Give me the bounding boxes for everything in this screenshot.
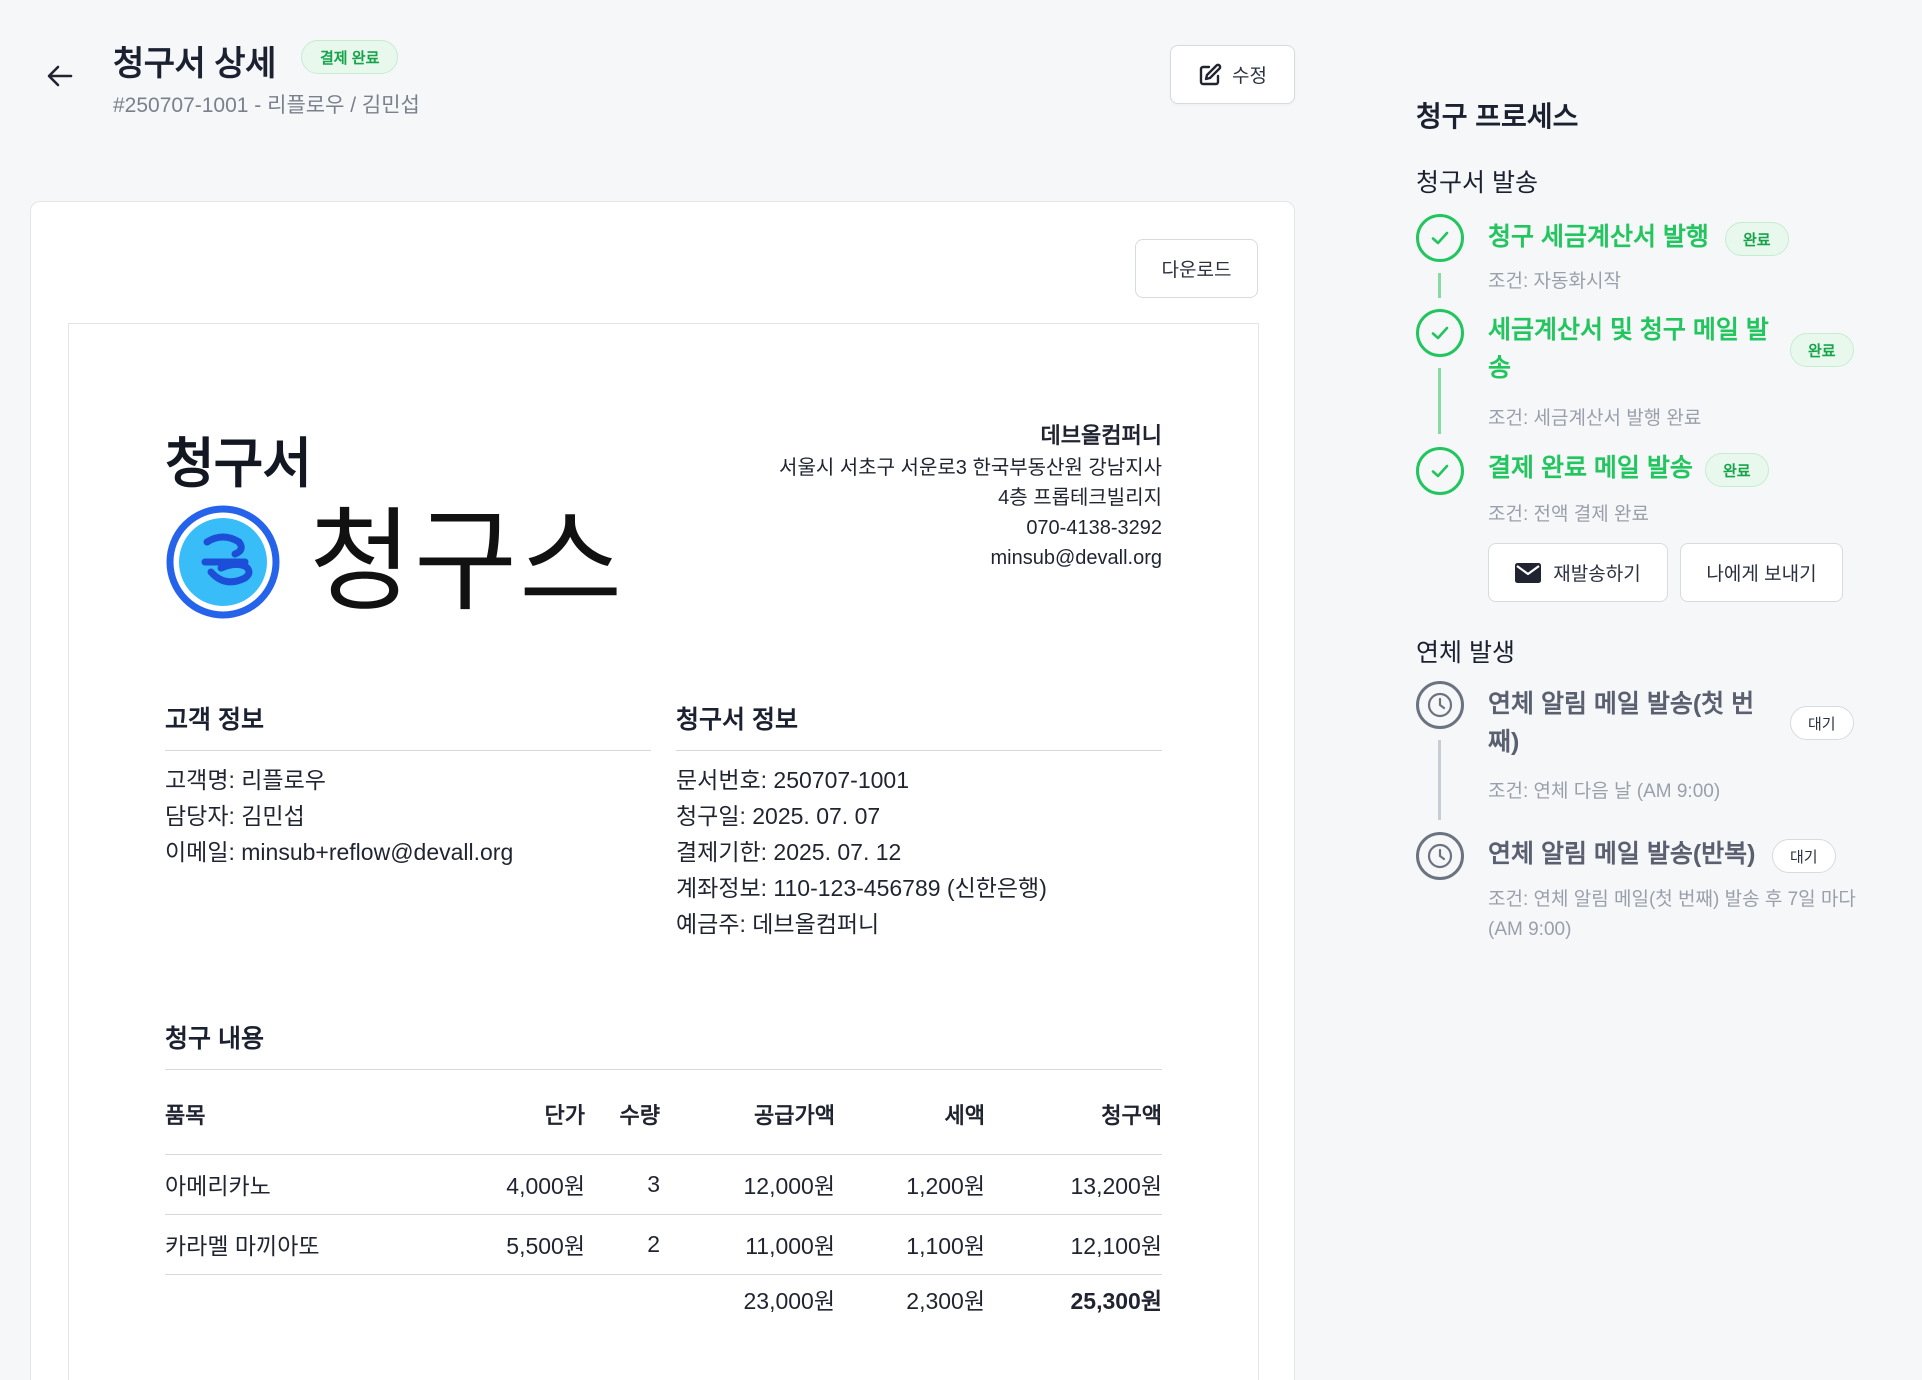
total-supply: 23,000원 — [743, 1288, 835, 1315]
step-connector — [1438, 740, 1441, 820]
logo-text: 청구스 — [309, 499, 625, 624]
phase-invoice-send: 청구서 발송 — [1416, 169, 1538, 197]
check-circle-icon — [1416, 447, 1464, 495]
doc-number: 문서번호: 250707-1001 — [676, 767, 909, 793]
tax-amount: 1,200원 — [835, 1154, 985, 1215]
download-button[interactable]: 다운로드 — [1135, 239, 1258, 298]
customer-info: 고객명: 리플로우 담당자: 김민섭 이메일: minsub+reflow@de… — [165, 762, 513, 870]
total-tax: 2,300원 — [906, 1288, 985, 1315]
total-amount: 25,300원 — [1070, 1288, 1162, 1315]
page-title: 청구서 상세 — [113, 45, 276, 83]
customer-email: 이메일: minsub+reflow@devall.org — [165, 839, 514, 865]
status-badge: 결제 완료 — [301, 40, 399, 74]
step-condition: 조건: 세금계산서 발행 완료 — [1488, 408, 1702, 429]
edit-button[interactable]: 수정 — [1170, 45, 1295, 104]
due-date: 결제기한: 2025. 07. 12 — [676, 839, 902, 865]
phase-overdue: 연체 발생 — [1416, 639, 1515, 667]
supply-amount: 11,000원 — [660, 1214, 835, 1275]
step-name: 청구 세금계산서 발행 — [1488, 223, 1709, 251]
company-email: minsub@devall.org — [990, 547, 1163, 569]
quantity: 2 — [585, 1214, 660, 1275]
resend-button[interactable]: 재발송하기 — [1488, 543, 1668, 602]
billed-amount: 13,200원 — [985, 1154, 1162, 1215]
customer-name: 고객명: 리플로우 — [165, 767, 326, 793]
step-condition: 조건: 자동화시작 — [1488, 271, 1621, 292]
step-condition: 조건: 전액 결제 완료 — [1488, 504, 1649, 525]
item-name: 카라멜 마끼아또 — [165, 1214, 485, 1275]
step-status-badge: 완료 — [1790, 333, 1854, 367]
invoice-card: 다운로드 청구서 청구스 데브올컴퍼니 서울시 서초구 서운로3 한국부동산원 … — [30, 201, 1295, 1380]
clock-icon — [1416, 832, 1464, 880]
supply-amount: 12,000원 — [660, 1154, 835, 1215]
table-row: 카라멜 마끼아또 5,500원 2 11,000원 1,100원 12,100원 — [165, 1214, 1162, 1275]
step-status-badge: 완료 — [1725, 222, 1789, 256]
items-table: 품목 단가 수량 공급가액 세액 청구액 아메리카노 4,000원 3 12,0… — [165, 1074, 1162, 1324]
table-header-row: 품목 단가 수량 공급가액 세액 청구액 — [165, 1074, 1162, 1155]
invoice-info: 문서번호: 250707-1001 청구일: 2025. 07. 07 결제기한… — [676, 762, 1047, 942]
step-status-badge: 대기 — [1790, 706, 1854, 740]
check-circle-icon — [1416, 309, 1464, 357]
step-status-badge: 대기 — [1772, 839, 1836, 873]
account-info: 계좌정보: 110-123-456789 (신한은행) — [676, 875, 1047, 901]
column-header: 단가 — [485, 1074, 585, 1155]
invoice-title: 청구서 — [165, 434, 312, 494]
items-heading: 청구 내용 — [165, 1019, 1162, 1070]
unit-price: 4,000원 — [485, 1154, 585, 1215]
back-button[interactable] — [40, 56, 80, 96]
column-header: 수량 — [585, 1074, 660, 1155]
company-address-line1: 서울시 서초구 서운로3 한국부동산원 강남지사 — [779, 457, 1162, 479]
column-header: 세액 — [835, 1074, 985, 1155]
unit-price: 5,500원 — [485, 1214, 585, 1275]
column-header: 품목 — [165, 1074, 485, 1155]
step-condition: 조건: 연체 알림 메일(첫 번째) 발송 후 7일 마다 (AM 9:00) — [1488, 889, 1856, 940]
step-name: 연체 알림 메일 발송(첫 번째) — [1488, 690, 1755, 756]
company-logo: 청구스 — [165, 504, 624, 620]
table-row: 아메리카노 4,000원 3 12,000원 1,200원 13,200원 — [165, 1154, 1162, 1215]
step-name: 세금계산서 및 청구 메일 발송 — [1488, 316, 1769, 382]
issue-date: 청구일: 2025. 07. 07 — [676, 803, 881, 829]
column-header: 청구액 — [985, 1074, 1162, 1155]
invoice-subtitle: #250707-1001 - 리플로우 / 김민섭 — [113, 94, 420, 117]
invoice-info-heading: 청구서 정보 — [676, 700, 1162, 751]
billed-amount: 12,100원 — [985, 1214, 1162, 1275]
quantity: 3 — [585, 1154, 660, 1215]
item-name: 아메리카노 — [165, 1154, 485, 1215]
edit-button-label: 수정 — [1232, 66, 1267, 87]
column-header: 공급가액 — [660, 1074, 835, 1155]
step-name: 연체 알림 메일 발송(반복) — [1488, 840, 1756, 868]
edit-icon — [1199, 63, 1222, 85]
company-info: 데브올컴퍼니 서울시 서초구 서운로3 한국부동산원 강남지사 4층 프롭테크빌… — [779, 421, 1162, 573]
step-condition: 조건: 연체 다음 날 (AM 9:00) — [1488, 781, 1721, 802]
mail-icon — [1515, 562, 1542, 583]
send-to-me-button[interactable]: 나에게 보내기 — [1680, 543, 1843, 602]
tax-amount: 1,100원 — [835, 1214, 985, 1275]
totals-row: 23,000원 2,300원 25,300원 — [165, 1274, 1162, 1324]
customer-info-heading: 고객 정보 — [165, 700, 651, 751]
company-name: 데브올컴퍼니 — [1040, 423, 1162, 448]
logo-icon — [166, 505, 280, 619]
invoice-document: 청구서 청구스 데브올컴퍼니 서울시 서초구 서운로3 한국부동산원 강남지사 … — [68, 323, 1259, 1380]
step-connector — [1438, 368, 1441, 434]
arrow-left-icon — [47, 65, 73, 87]
customer-manager: 담당자: 김민섭 — [165, 803, 305, 829]
resend-button-label: 재발송하기 — [1553, 564, 1641, 585]
step-name: 결제 완료 메일 발송 — [1488, 454, 1693, 482]
clock-icon — [1416, 681, 1464, 729]
company-address-line2: 4층 프롭테크빌리지 — [998, 487, 1162, 509]
step-status-badge: 완료 — [1705, 453, 1769, 487]
process-title: 청구 프로세스 — [1416, 101, 1579, 132]
company-phone: 070-4138-3292 — [1026, 517, 1162, 539]
check-circle-icon — [1416, 214, 1464, 262]
account-holder: 예금주: 데브올컴퍼니 — [676, 911, 880, 937]
step-connector — [1438, 273, 1441, 298]
